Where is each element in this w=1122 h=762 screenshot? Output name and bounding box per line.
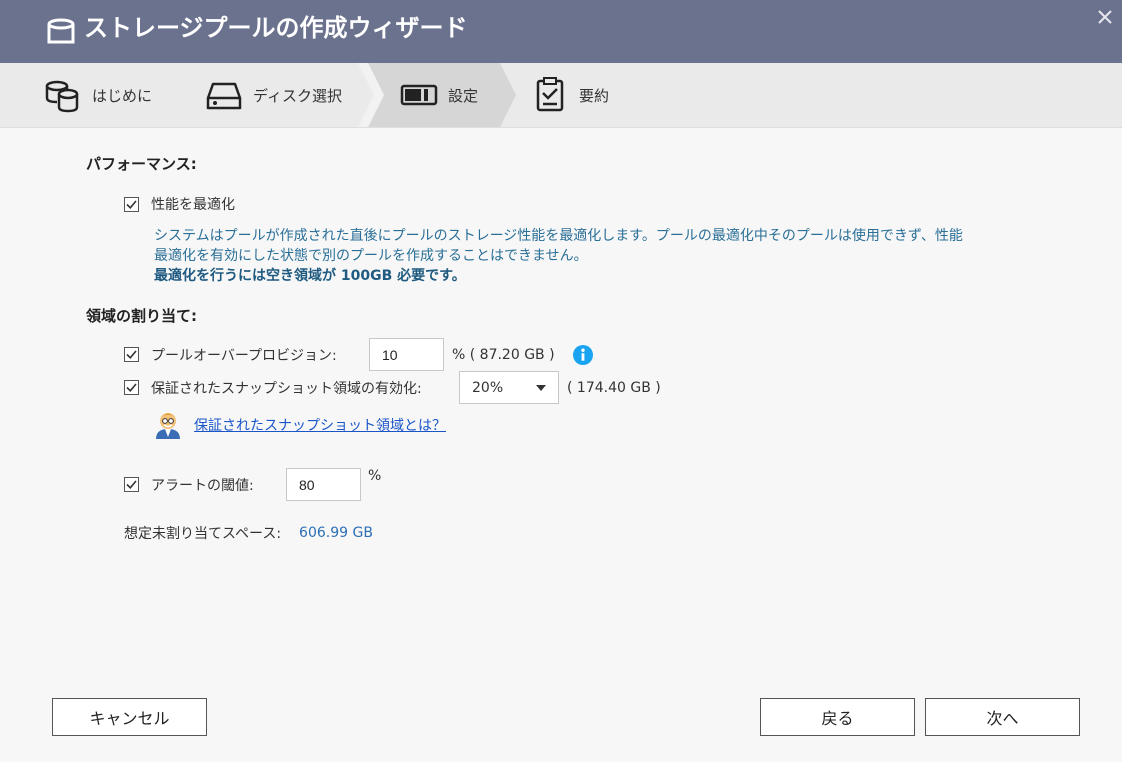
storage-bar-icon (400, 84, 438, 106)
back-button[interactable]: 戻る (760, 698, 915, 736)
unallocated-value: 606.99 GB (299, 525, 373, 541)
snapshot-row: 保証されたスナップショット領域の有効化: 20% ( 174.40 GB ) (124, 371, 661, 404)
cancel-button[interactable]: キャンセル (52, 698, 207, 736)
snapshot-select[interactable]: 20% (459, 371, 559, 404)
settings-panel: パフォーマンス: 性能を最適化 システムはプールが作成された直後にプールのストレ… (0, 128, 1122, 762)
step-disk-selection[interactable]: ディスク選択 (205, 63, 342, 127)
window-title: ストレージプールの作成ウィザード (84, 14, 468, 42)
unallocated-label: 想定未割り当てスペース: (124, 526, 282, 542)
optimize-label: 性能を最適化 (151, 197, 235, 213)
close-icon[interactable] (1094, 6, 1116, 28)
snapshot-select-value: 20% (472, 379, 504, 396)
alert-label: アラートの閾値: (151, 477, 254, 494)
storage-drum-icon (47, 18, 75, 44)
alert-checkbox[interactable] (124, 477, 139, 492)
alert-suffix: % (368, 468, 382, 484)
step-label: はじめに (92, 86, 153, 105)
snapshot-label: 保証されたスナップショット領域の有効化: (151, 380, 422, 397)
optimize-checkbox[interactable] (124, 196, 139, 212)
helper-mascot-icon (156, 413, 180, 439)
snapshot-checkbox[interactable] (124, 380, 139, 395)
optimize-row: 性能を最適化 (124, 194, 235, 214)
step-label: 要約 (579, 86, 610, 105)
step-introduction[interactable]: はじめに (44, 63, 152, 127)
overprovision-suffix: % ( 87.20 GB ) (452, 346, 555, 363)
step-label: ディスク選択 (253, 86, 342, 105)
unallocated-row: 想定未割り当てスペース: 606.99 GB (124, 523, 373, 543)
step-label: 設定 (448, 86, 479, 105)
overprovision-row: プールオーバープロビジョン: % ( 87.20 GB ) (124, 338, 593, 371)
overprovision-input[interactable] (369, 338, 444, 371)
description-line: 最適化を有効にした状態で別のプールを作成することはできません。 (154, 248, 588, 264)
alert-row: アラートの閾値: % (124, 468, 381, 501)
step-summary[interactable]: 要約 (531, 63, 609, 127)
description-note: 最適化を行うには空き領域が 100GB 必要です。 (154, 268, 466, 284)
hard-drive-icon (206, 82, 242, 110)
alert-threshold-input[interactable] (286, 468, 361, 501)
help-link-row: 保証されたスナップショット領域とは？ (152, 409, 446, 441)
optimize-description: システムはプールが作成された直後にプールのストレージ性能を最適化します。プールの… (154, 226, 1034, 286)
wizard-steps: はじめに ディスク選択 設定 要約 (0, 63, 1122, 128)
info-icon[interactable] (572, 344, 593, 365)
step-settings[interactable]: 設定 (400, 63, 478, 127)
overprovision-label: プールオーバープロビジョン: (151, 347, 337, 364)
database-stack-icon (45, 80, 79, 113)
clipboard-check-icon (536, 77, 564, 112)
allocation-heading: 領域の割り当て: (86, 307, 197, 325)
description-line: システムはプールが作成された直後にプールのストレージ性能を最適化します。プールの… (154, 228, 963, 244)
snapshot-suffix: ( 174.40 GB ) (567, 379, 661, 396)
snapshot-help-link[interactable]: 保証されたスナップショット領域とは？ (194, 415, 446, 435)
chevron-down-icon (536, 384, 546, 391)
overprovision-checkbox[interactable] (124, 347, 139, 362)
next-button[interactable]: 次へ (925, 698, 1080, 736)
performance-heading: パフォーマンス: (86, 155, 197, 173)
title-bar: ストレージプールの作成ウィザード (0, 0, 1122, 63)
